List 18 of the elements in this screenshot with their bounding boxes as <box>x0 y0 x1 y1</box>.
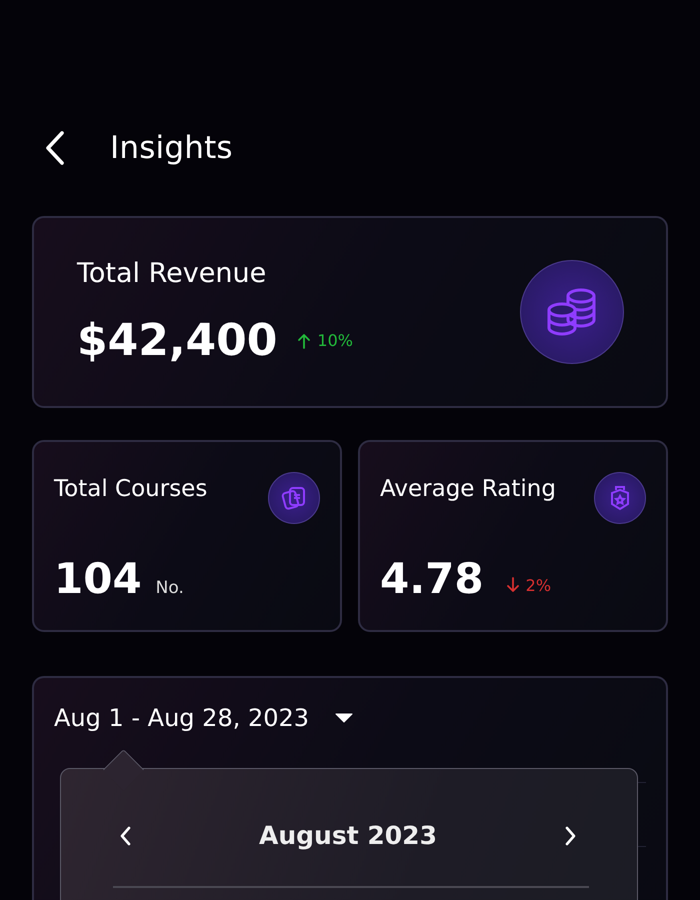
stat-value: 104 <box>54 554 142 603</box>
card-label: Total Revenue <box>77 258 268 289</box>
calendar-month: August 2023 <box>259 821 437 850</box>
trend-percent: 2% <box>526 576 552 594</box>
chevron-right-icon <box>565 826 577 846</box>
caret-icon <box>335 713 354 723</box>
trend-percent: 10% <box>317 331 353 350</box>
chevron-left-icon <box>119 826 131 846</box>
card-label: Average Rating <box>380 476 556 502</box>
stat-value: 4.78 <box>380 554 484 603</box>
up-arrow-icon <box>297 332 312 348</box>
page-title: Insights <box>110 130 233 166</box>
badge-icon <box>608 484 632 512</box>
cards-icon <box>281 485 307 511</box>
revenue-value: $42,400 <box>77 315 278 366</box>
unit-label: No. <box>156 578 184 598</box>
card-label: Total Courses <box>54 476 208 502</box>
down-arrow-icon <box>506 577 520 593</box>
